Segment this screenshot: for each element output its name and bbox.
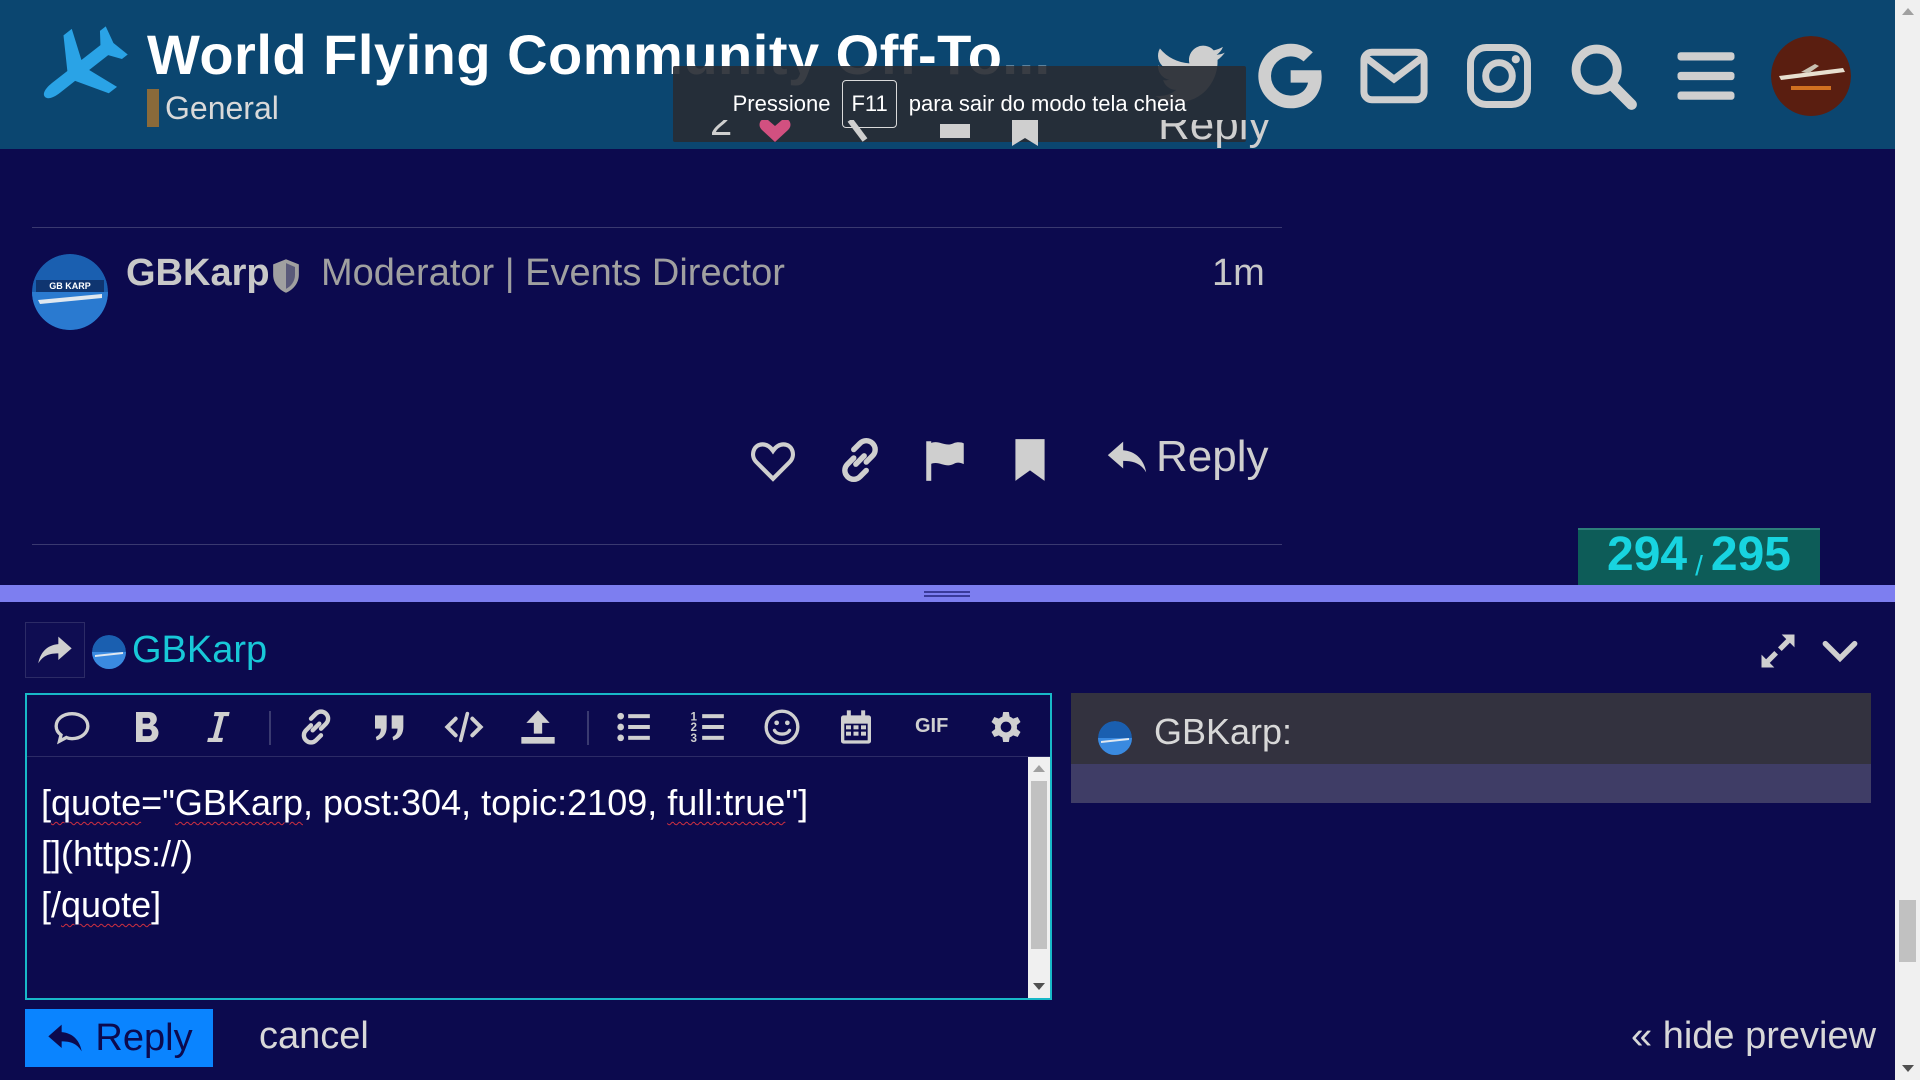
search-icon[interactable] [1565, 38, 1641, 114]
page-scroll-up-arrow[interactable] [1902, 8, 1914, 15]
link-icon[interactable] [295, 707, 337, 747]
scroll-down-arrow[interactable] [1033, 983, 1045, 990]
page-scroll-thumb[interactable] [1899, 900, 1916, 962]
composer-resize-grip[interactable] [0, 585, 1895, 602]
timeline-separator: / [1695, 550, 1703, 581]
reply-to-username[interactable]: GBKarp [132, 629, 267, 672]
grip-line [924, 595, 970, 597]
gif-button[interactable]: GIF [915, 715, 948, 738]
toast-text-before: Pressione [732, 91, 831, 116]
post-time[interactable]: 1m [1212, 252, 1265, 295]
code-icon[interactable] [443, 707, 485, 747]
previous-post-actions: 2 Reply [700, 120, 1280, 150]
expand-icon[interactable] [1756, 629, 1800, 673]
italic-icon[interactable] [197, 707, 239, 747]
cancel-link[interactable]: cancel [259, 1015, 369, 1058]
bookmark-icon[interactable] [1005, 435, 1055, 485]
share-arrow-icon [38, 636, 72, 664]
reply-composer: GBKarp 1 2 3 GIF [quote="GBKarp, post:30… [0, 585, 1895, 1080]
gear-icon[interactable] [985, 707, 1027, 747]
toolbar-separator [587, 711, 589, 745]
mail-icon[interactable] [1356, 38, 1432, 114]
post-avatar[interactable]: GB KARP [32, 254, 108, 330]
emoji-icon[interactable] [761, 707, 803, 747]
upload-icon[interactable] [517, 707, 559, 747]
preview-avatar [1098, 721, 1132, 755]
category-badge[interactable]: General [147, 89, 279, 127]
editor: 1 2 3 GIF [quote="GBKarp, post:304, topi… [25, 693, 1052, 1000]
submit-reply-label: Reply [95, 1016, 193, 1059]
scroll-up-arrow[interactable] [1033, 765, 1045, 772]
editor-toolbar: 1 2 3 GIF [27, 695, 1050, 757]
instagram-icon[interactable] [1461, 38, 1537, 114]
timeline-total: 295 [1710, 528, 1791, 581]
preview-quote-username: GBKarp: [1154, 711, 1293, 752]
hamburger-icon[interactable] [1668, 38, 1744, 114]
reply-to-avatar [92, 635, 126, 669]
text-line-1: [quote="GBKarp, post:304, topic:2109, fu… [41, 782, 809, 823]
plane-icon[interactable] [27, 22, 132, 117]
preview-pane: GBKarp: [1071, 693, 1871, 803]
post-divider [32, 227, 1282, 228]
category-label: General [165, 89, 279, 126]
page-scrollbar[interactable] [1895, 0, 1920, 1080]
editor-scrollbar[interactable] [1028, 757, 1050, 998]
calendar-icon[interactable] [835, 707, 877, 747]
shield-icon [273, 259, 299, 293]
bullet-list-icon[interactable] [613, 707, 655, 747]
chevron-down-icon[interactable] [1818, 629, 1862, 673]
toolbar-separator [269, 711, 271, 745]
hide-preview-link[interactable]: « hide preview [1631, 1015, 1876, 1058]
svg-text:3: 3 [691, 732, 698, 745]
reply-icon [1107, 441, 1147, 473]
previous-reply-label[interactable]: Reply [1158, 120, 1271, 150]
reply-type-button[interactable] [25, 622, 85, 678]
toast-text-after: para sair do modo tela cheia [908, 91, 1187, 116]
timeline-counter[interactable]: 294 / 295 [1578, 528, 1820, 588]
post-reply-button[interactable]: Reply [1104, 432, 1269, 482]
post-reply-label: Reply [1156, 432, 1269, 481]
composer-textarea[interactable]: [quote="GBKarp, post:304, topic:2109, fu… [41, 777, 1021, 930]
current-user-avatar[interactable] [1771, 36, 1851, 116]
submit-reply-button[interactable]: Reply [25, 1009, 213, 1067]
post-user-title: Moderator | Events Director [321, 252, 785, 294]
preview-quote-header: GBKarp: [1071, 693, 1871, 764]
google-icon[interactable] [1252, 38, 1328, 114]
previous-like-count: 2 [710, 120, 733, 144]
blockquote-icon[interactable] [369, 707, 411, 747]
numbered-list-icon[interactable]: 1 2 3 [687, 707, 729, 747]
avatar-caption: GB KARP [49, 281, 91, 291]
link-icon[interactable] [835, 435, 885, 485]
category-color-bar [147, 89, 159, 127]
like-icon[interactable] [748, 435, 798, 485]
post-divider-bottom [32, 544, 1282, 545]
text-line-3: [/quote] [41, 884, 162, 925]
scroll-thumb[interactable] [1031, 781, 1047, 949]
post-username[interactable]: GBKarp [126, 252, 270, 295]
quote-icon[interactable] [51, 707, 93, 747]
grip-line [924, 591, 970, 593]
bold-icon[interactable] [125, 707, 167, 747]
page-scroll-down-arrow[interactable] [1902, 1065, 1914, 1072]
reply-icon [48, 1024, 83, 1052]
timeline-current: 294 [1607, 528, 1688, 581]
text-line-2: [](https://) [41, 833, 194, 874]
flag-icon[interactable] [920, 435, 970, 485]
